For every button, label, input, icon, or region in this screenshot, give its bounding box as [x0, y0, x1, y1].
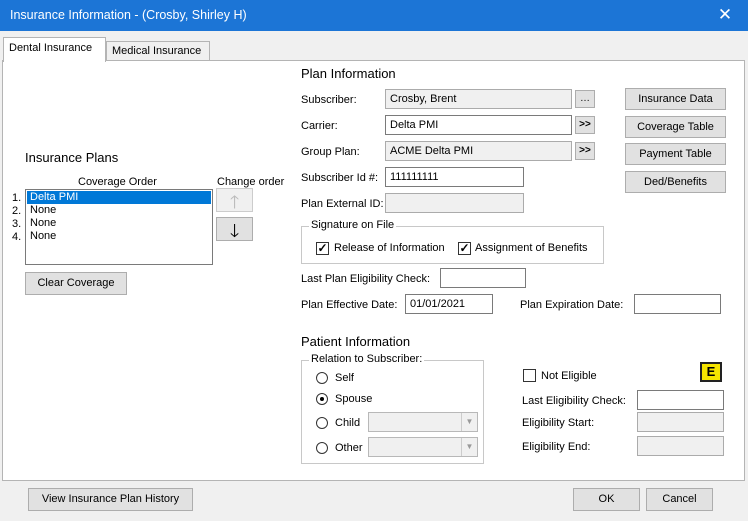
plan-information-title: Plan Information [301, 66, 396, 81]
coverage-order-label: Coverage Order [78, 176, 157, 188]
list-item[interactable]: None [27, 204, 211, 217]
insurance-data-button[interactable]: Insurance Data [625, 88, 726, 110]
chevron-down-icon: ▼ [461, 413, 477, 431]
relation-spouse-radio[interactable] [316, 393, 328, 405]
signature-on-file-group: Signature on File ✓ Release of Informati… [301, 219, 604, 264]
plan-expiration-date-field[interactable] [634, 294, 721, 314]
carrier-select-button[interactable]: >> [575, 116, 595, 134]
chevron-right-icon: >> [579, 145, 591, 156]
view-insurance-plan-history-button[interactable]: View Insurance Plan History [28, 488, 193, 511]
subscriber-id-label: Subscriber Id #: [301, 172, 379, 184]
clear-coverage-button[interactable]: Clear Coverage [25, 272, 127, 295]
arrow-up-icon: 🡑 [229, 192, 240, 212]
relation-self-label: Self [335, 372, 354, 384]
group-plan-field[interactable]: ACME Delta PMI [385, 141, 572, 161]
coverage-number: 1. [12, 192, 22, 204]
patient-information-title: Patient Information [301, 334, 411, 349]
chevron-down-icon: ▼ [461, 438, 477, 456]
coverage-number: 2. [12, 205, 22, 217]
release-of-information-checkbox[interactable]: ✓ [316, 242, 329, 255]
release-of-information-label: Release of Information [334, 242, 445, 254]
list-item[interactable]: Delta PMI [27, 191, 211, 204]
subscriber-label: Subscriber: [301, 94, 357, 106]
chevron-right-icon: >> [579, 119, 591, 130]
relation-to-subscriber-group: Relation to Subscriber: Self Spouse Chil… [301, 353, 484, 464]
eligibility-start-label: Eligibility Start: [522, 417, 595, 429]
subscriber-id-field[interactable]: 111111111 [385, 167, 524, 187]
plan-effective-date-field[interactable]: 01/01/2021 [405, 294, 493, 314]
close-icon[interactable]: ✕ [702, 0, 748, 31]
cancel-button[interactable]: Cancel [646, 488, 713, 511]
dialog-footer: View Insurance Plan History OK Cancel [0, 481, 748, 521]
plan-expiration-date-label: Plan Expiration Date: [520, 299, 624, 311]
relation-spouse-label: Spouse [335, 393, 373, 405]
tab-dental-insurance[interactable]: Dental Insurance [3, 37, 106, 62]
plan-external-id-label: Plan External ID: [301, 198, 384, 210]
coverage-number: 3. [12, 218, 22, 230]
other-select[interactable]: ▼ [368, 437, 478, 457]
subscriber-select-button[interactable]: … [575, 90, 595, 108]
not-eligible-label: Not Eligible [541, 370, 597, 382]
last-plan-eligibility-label: Last Plan Eligibility Check: [301, 273, 431, 285]
assignment-of-benefits-label: Assignment of Benefits [475, 242, 588, 254]
assignment-of-benefits-checkbox[interactable]: ✓ [458, 242, 471, 255]
ok-button[interactable]: OK [573, 488, 640, 511]
not-eligible-checkbox[interactable] [523, 369, 536, 382]
coverage-table-button[interactable]: Coverage Table [625, 116, 726, 138]
move-up-button[interactable]: 🡑 [216, 188, 253, 212]
eligibility-end-label: Eligibility End: [522, 441, 591, 453]
insurance-plans-title: Insurance Plans [25, 150, 119, 165]
move-down-button[interactable]: 🡓 [216, 217, 253, 241]
relation-child-radio[interactable] [316, 417, 328, 429]
relation-other-label: Other [335, 442, 363, 454]
ellipsis-icon: … [580, 93, 590, 104]
relation-to-subscriber-legend: Relation to Subscriber: [309, 353, 425, 365]
child-select[interactable]: ▼ [368, 412, 478, 432]
ded-benefits-button[interactable]: Ded/Benefits [625, 171, 726, 193]
plan-external-id-field[interactable] [385, 193, 524, 213]
change-order-label: Change order [217, 176, 285, 188]
payment-table-button[interactable]: Payment Table [625, 143, 726, 165]
coverage-order-list[interactable]: Delta PMI None None None [25, 189, 213, 265]
carrier-field[interactable]: Delta PMI [385, 115, 572, 135]
list-item[interactable]: None [27, 217, 211, 230]
carrier-label: Carrier: [301, 120, 338, 132]
window-title: Insurance Information - (Crosby, Shirley… [10, 8, 247, 22]
signature-on-file-legend: Signature on File [309, 219, 397, 231]
eligibility-e-button[interactable]: E [700, 362, 722, 382]
coverage-number: 4. [12, 231, 22, 243]
relation-other-radio[interactable] [316, 442, 328, 454]
relation-self-radio[interactable] [316, 372, 328, 384]
last-plan-eligibility-field[interactable] [440, 268, 526, 288]
eligibility-start-field[interactable] [637, 412, 724, 432]
arrow-down-icon: 🡓 [229, 221, 240, 241]
dental-insurance-panel: Insurance Plans Coverage Order Change or… [2, 60, 745, 481]
last-eligibility-check-field[interactable] [637, 390, 724, 410]
subscriber-field[interactable]: Crosby, Brent [385, 89, 572, 109]
group-plan-label: Group Plan: [301, 146, 360, 158]
list-item[interactable]: None [27, 230, 211, 243]
last-eligibility-check-label: Last Eligibility Check: [522, 395, 626, 407]
relation-child-label: Child [335, 417, 361, 429]
tab-strip: Dental Insurance Medical Insurance [0, 31, 748, 63]
eligibility-end-field[interactable] [637, 436, 724, 456]
title-bar: Insurance Information - (Crosby, Shirley… [0, 0, 748, 31]
group-plan-select-button[interactable]: >> [575, 142, 595, 160]
plan-effective-date-label: Plan Effective Date: [301, 299, 398, 311]
